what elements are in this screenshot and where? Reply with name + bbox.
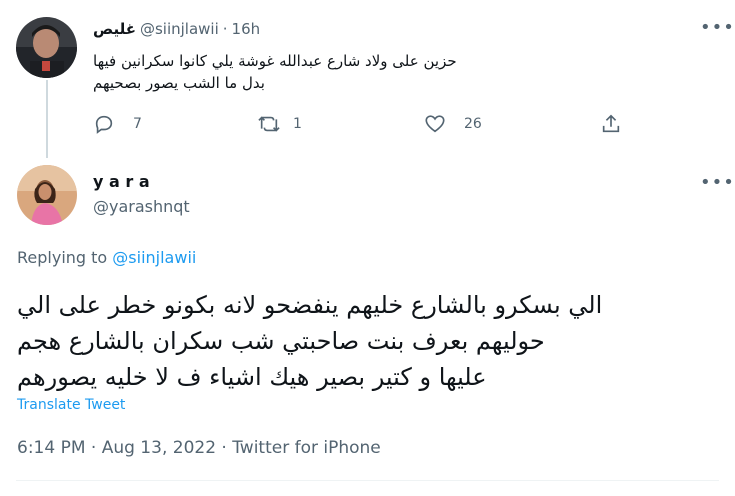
parent-header: غليص @siinjlawii · 16h [93, 20, 260, 38]
parent-more-icon[interactable]: ••• [700, 17, 735, 38]
replying-to-handle-link[interactable]: @siinjlawii [112, 248, 196, 267]
tweet-timestamp[interactable]: 6:14 PM · Aug 13, 2022 · Twitter for iPh… [17, 438, 381, 458]
retweet-icon [257, 113, 281, 135]
like-icon [424, 113, 446, 135]
main-text-line-3: عليها و كتير بصير هيك اشياء ف لا خليه يص… [17, 363, 487, 391]
bottom-divider [16, 480, 719, 481]
main-avatar[interactable] [17, 165, 77, 225]
reply-icon [93, 113, 115, 135]
main-display-name[interactable]: y a r a [93, 172, 190, 191]
parent-text-line-1: حزين على ولاد شارع عبدالله غوشة يلي كانو… [93, 52, 457, 70]
share-icon [600, 113, 622, 135]
main-more-icon[interactable]: ••• [700, 172, 735, 193]
like-count: 26 [464, 116, 482, 132]
parent-time[interactable]: 16h [232, 20, 261, 38]
main-text-line-1: الي بسكرو بالشارع خليهم ينفضحو لانه بكون… [17, 291, 603, 319]
main-author: y a r a @yarashnqt [93, 172, 190, 216]
parent-handle[interactable]: @siinjlawii [140, 20, 219, 38]
main-tweet-text: الي بسكرو بالشارع خليهم ينفضحو لانه بكون… [17, 287, 717, 395]
main-handle[interactable]: @yarashnqt [93, 197, 190, 216]
parent-tweet-text: حزين على ولاد شارع عبدالله غوشة يلي كانو… [93, 50, 703, 94]
thread-connector-line [46, 80, 48, 158]
reply-button[interactable]: 7 [93, 113, 142, 135]
replying-to-label: Replying to [17, 248, 108, 267]
reply-count: 7 [133, 116, 142, 132]
like-button[interactable]: 26 [424, 113, 482, 135]
retweet-button[interactable]: 1 [257, 113, 302, 135]
main-text-line-2: حوليهم بعرف بنت صاحبتي شب سكران بالشارع … [17, 327, 545, 355]
parent-display-name[interactable]: غليص [93, 20, 136, 38]
replying-to: Replying to @siinjlawii [17, 248, 196, 267]
parent-avatar[interactable] [16, 17, 77, 78]
parent-text-line-2: بدل ما الشب يصور بصحيهم [93, 74, 265, 92]
parent-separator: · [222, 20, 228, 38]
translate-tweet-link[interactable]: Translate Tweet [17, 397, 125, 413]
share-button[interactable] [600, 113, 622, 135]
retweet-count: 1 [293, 116, 302, 132]
